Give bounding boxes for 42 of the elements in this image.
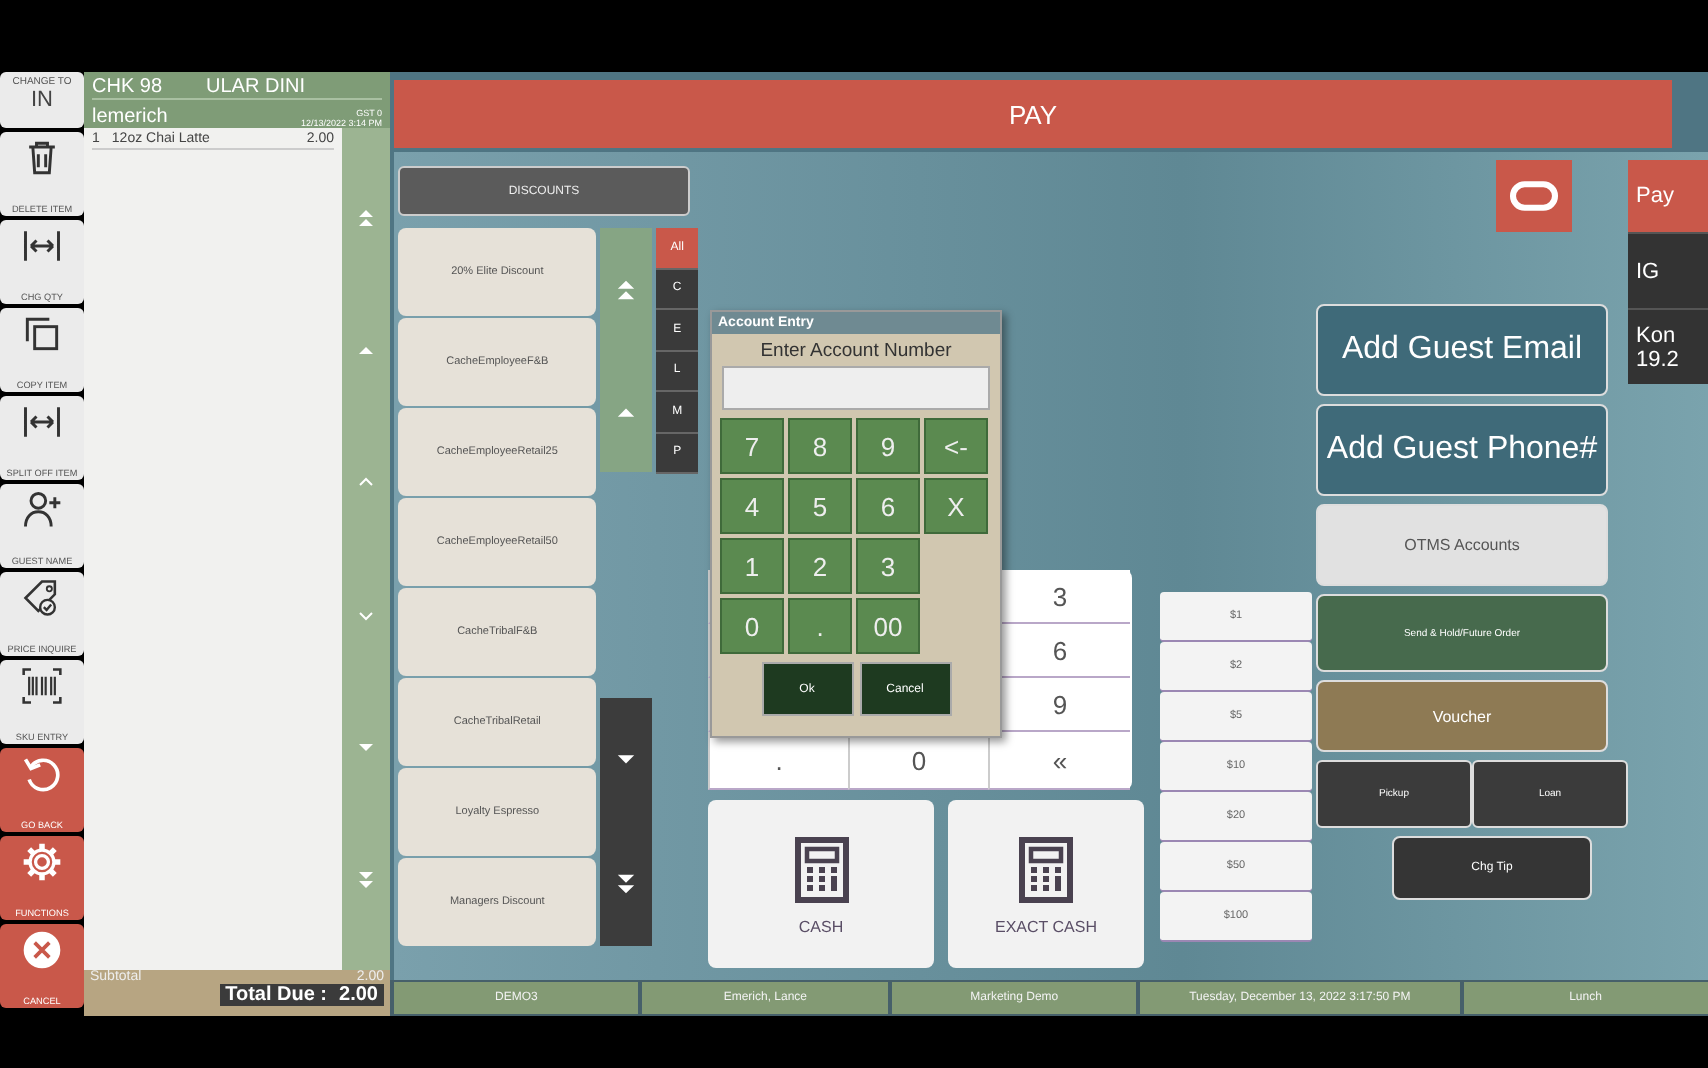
action-button[interactable]: OTMS Accounts [1316,504,1608,586]
action-button[interactable]: Add Guest Phone# [1316,404,1608,496]
barcode-icon [20,664,64,708]
total-due-label: Total Due : [225,984,328,1006]
dialog-key[interactable]: 00 [856,598,920,654]
dialog-key[interactable]: <- [924,418,988,474]
dialog-key[interactable]: X [924,478,988,534]
action-button[interactable]: Add Guest Email [1316,304,1608,396]
dialog-prompt: Enter Account Number [758,338,954,366]
tender-button[interactable]: CASH [708,800,934,968]
action-button[interactable]: Voucher [1316,680,1608,752]
side-tab-button[interactable]: IG [1628,232,1708,308]
dialog-key[interactable]: 4 [720,478,784,534]
dialog-key[interactable]: 5 [788,478,852,534]
keypad-key[interactable]: 0 [848,732,988,790]
keypad-key[interactable]: . [708,732,848,790]
dialog-key[interactable]: 2 [788,538,852,594]
keypad-key[interactable]: « [988,732,1130,790]
dialog-key[interactable]: 3 [856,538,920,594]
dialog-key[interactable]: 7 [720,418,784,474]
copy-icon [20,312,64,356]
undo-arrow-icon [20,752,64,796]
dialog-key[interactable]: 8 [788,418,852,474]
person-plus-icon [20,488,64,532]
logo-button[interactable] [1496,160,1572,232]
total-due-value: 2.00 [339,984,378,1006]
employee-name: lemerich [92,106,168,128]
side-tab-button[interactable]: Pay [1628,160,1708,232]
settings-icon [20,840,64,884]
dialog-key[interactable]: 6 [856,478,920,534]
dialog-key[interactable]: . [788,598,852,654]
check-number: CHK 98 [92,75,163,97]
order-type: ULAR DINI [206,75,305,97]
pay-button[interactable]: PAY [394,80,1672,148]
close-icon [20,928,64,972]
dialog-key[interactable]: 1 [720,538,784,594]
dialog-key[interactable]: 0 [720,598,784,654]
account-number-field[interactable] [722,366,990,410]
dialog-key[interactable]: 9 [856,418,920,474]
side-tab-button[interactable]: Kon 19.2 [1628,308,1708,384]
tender-button[interactable]: EXACT CASH [948,800,1144,968]
scroll-top-icon[interactable] [354,206,378,231]
